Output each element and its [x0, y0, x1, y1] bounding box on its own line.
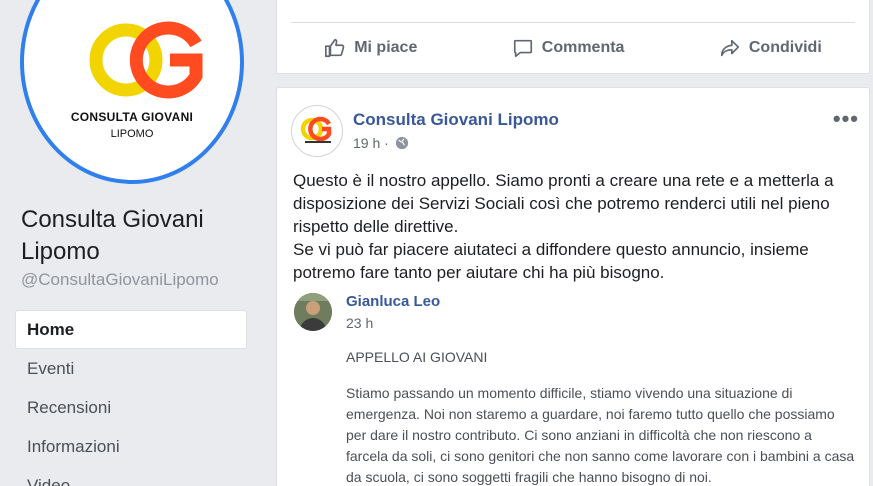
- post-body: Questo è il nostro appello. Siamo pronti…: [293, 169, 858, 284]
- shared-post-body: Stiamo passando un momento difficile, st…: [346, 385, 855, 485]
- post-author-name[interactable]: Consulta Giovani Lipomo: [353, 110, 559, 130]
- comment-button[interactable]: Commenta: [512, 37, 625, 59]
- logo-subtext: LIPOMO: [110, 128, 154, 140]
- shared-author-avatar[interactable]: [294, 293, 332, 331]
- post-actions: Mi piace Commenta Condividi: [277, 31, 869, 65]
- nav-item-informazioni[interactable]: Informazioni: [15, 427, 247, 466]
- thumbs-up-icon: [325, 38, 345, 58]
- previous-post-card: Mi piace Commenta Condividi: [276, 0, 870, 74]
- page-sidebar: CONSULTA GIOVANI LIPOMO Consulta Giovani…: [0, 0, 262, 486]
- share-label: Condividi: [748, 39, 822, 56]
- post-author-avatar[interactable]: [291, 105, 343, 157]
- like-button[interactable]: Mi piace: [324, 37, 417, 59]
- person-photo-icon: [294, 293, 332, 331]
- consulta-giovani-logo-icon: [300, 116, 332, 143]
- nav-item-video[interactable]: Video: [15, 466, 247, 486]
- divider: [291, 22, 855, 23]
- like-label: Mi piace: [354, 39, 418, 56]
- post-timestamp[interactable]: 19 h ·: [353, 135, 409, 151]
- page-handle[interactable]: @ConsultaGiovaniLipomo: [21, 270, 219, 290]
- more-options-button[interactable]: •••: [833, 106, 859, 132]
- globe-icon: [395, 136, 408, 150]
- logo-container: CONSULTA GIOVANI LIPOMO: [30, 0, 234, 174]
- comment-icon: [513, 39, 532, 58]
- share-button[interactable]: Condividi: [719, 37, 822, 59]
- page-nav: Home Eventi Recensioni Informazioni Vide…: [15, 310, 247, 486]
- nav-item-recensioni[interactable]: Recensioni: [15, 388, 247, 427]
- shared-post-title: APPELLO AI GIOVANI: [346, 349, 488, 365]
- share-icon: [720, 39, 739, 57]
- post-time-text: 19 h ·: [353, 135, 389, 151]
- nav-item-eventi[interactable]: Eventi: [15, 349, 247, 388]
- page-profile-picture[interactable]: CONSULTA GIOVANI LIPOMO: [20, 0, 244, 184]
- page-title[interactable]: Consulta Giovani Lipomo: [21, 204, 251, 268]
- post-card: Consulta Giovani Lipomo 19 h · ••• Quest…: [276, 87, 870, 486]
- post-paragraph-1: Questo è il nostro appello. Siamo pronti…: [293, 171, 834, 236]
- shared-author-name[interactable]: Gianluca Leo: [346, 293, 440, 310]
- comment-label: Commenta: [541, 39, 625, 56]
- shared-timestamp[interactable]: 23 h: [346, 315, 373, 331]
- nav-item-home[interactable]: Home: [15, 310, 247, 349]
- post-paragraph-2: Se vi può far piacere aiutateci a diffon…: [293, 240, 809, 282]
- logo-text: CONSULTA GIOVANI: [70, 110, 194, 124]
- consulta-giovani-logo-icon: [89, 21, 203, 99]
